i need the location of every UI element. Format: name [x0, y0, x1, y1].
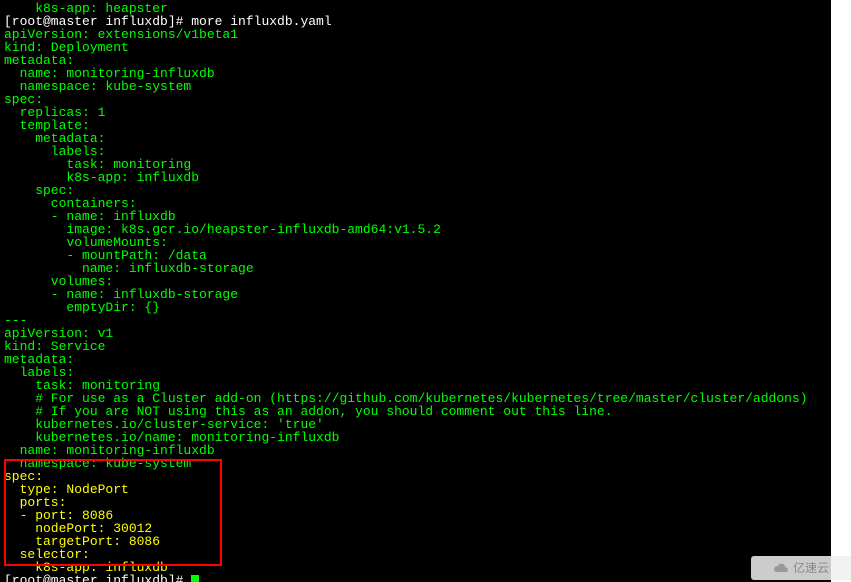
terminal-window[interactable]: k8s-app: heapster[root@master influxdb]#… [0, 0, 831, 582]
terminal-line: kind: Deployment [4, 41, 827, 54]
terminal-line: --- [4, 314, 827, 327]
terminal-line: name: influxdb-storage [4, 262, 827, 275]
terminal-line: apiVersion: v1 [4, 327, 827, 340]
terminal-line: metadata: [4, 353, 827, 366]
watermark-text: 亿速云 [793, 562, 829, 575]
terminal-line: template: [4, 119, 827, 132]
terminal-line: targetPort: 8086 [4, 535, 827, 548]
terminal-line: replicas: 1 [4, 106, 827, 119]
terminal-line: metadata: [4, 132, 827, 145]
prompt-text: [root@master influxdb]# [4, 573, 191, 582]
terminal-line: ports: [4, 496, 827, 509]
terminal-line: emptyDir: {} [4, 301, 827, 314]
terminal-prompt[interactable]: [root@master influxdb]# [4, 574, 827, 582]
cloud-icon [773, 560, 789, 576]
cursor-icon [191, 575, 199, 582]
terminal-line: namespace: kube-system [4, 457, 827, 470]
terminal-line: kind: Service [4, 340, 827, 353]
watermark-badge: 亿速云 [751, 556, 851, 580]
terminal-line: spec: [4, 93, 827, 106]
terminal-line: namespace: kube-system [4, 80, 827, 93]
terminal-line: k8s-app: influxdb [4, 171, 827, 184]
terminal-line: type: NodePort [4, 483, 827, 496]
